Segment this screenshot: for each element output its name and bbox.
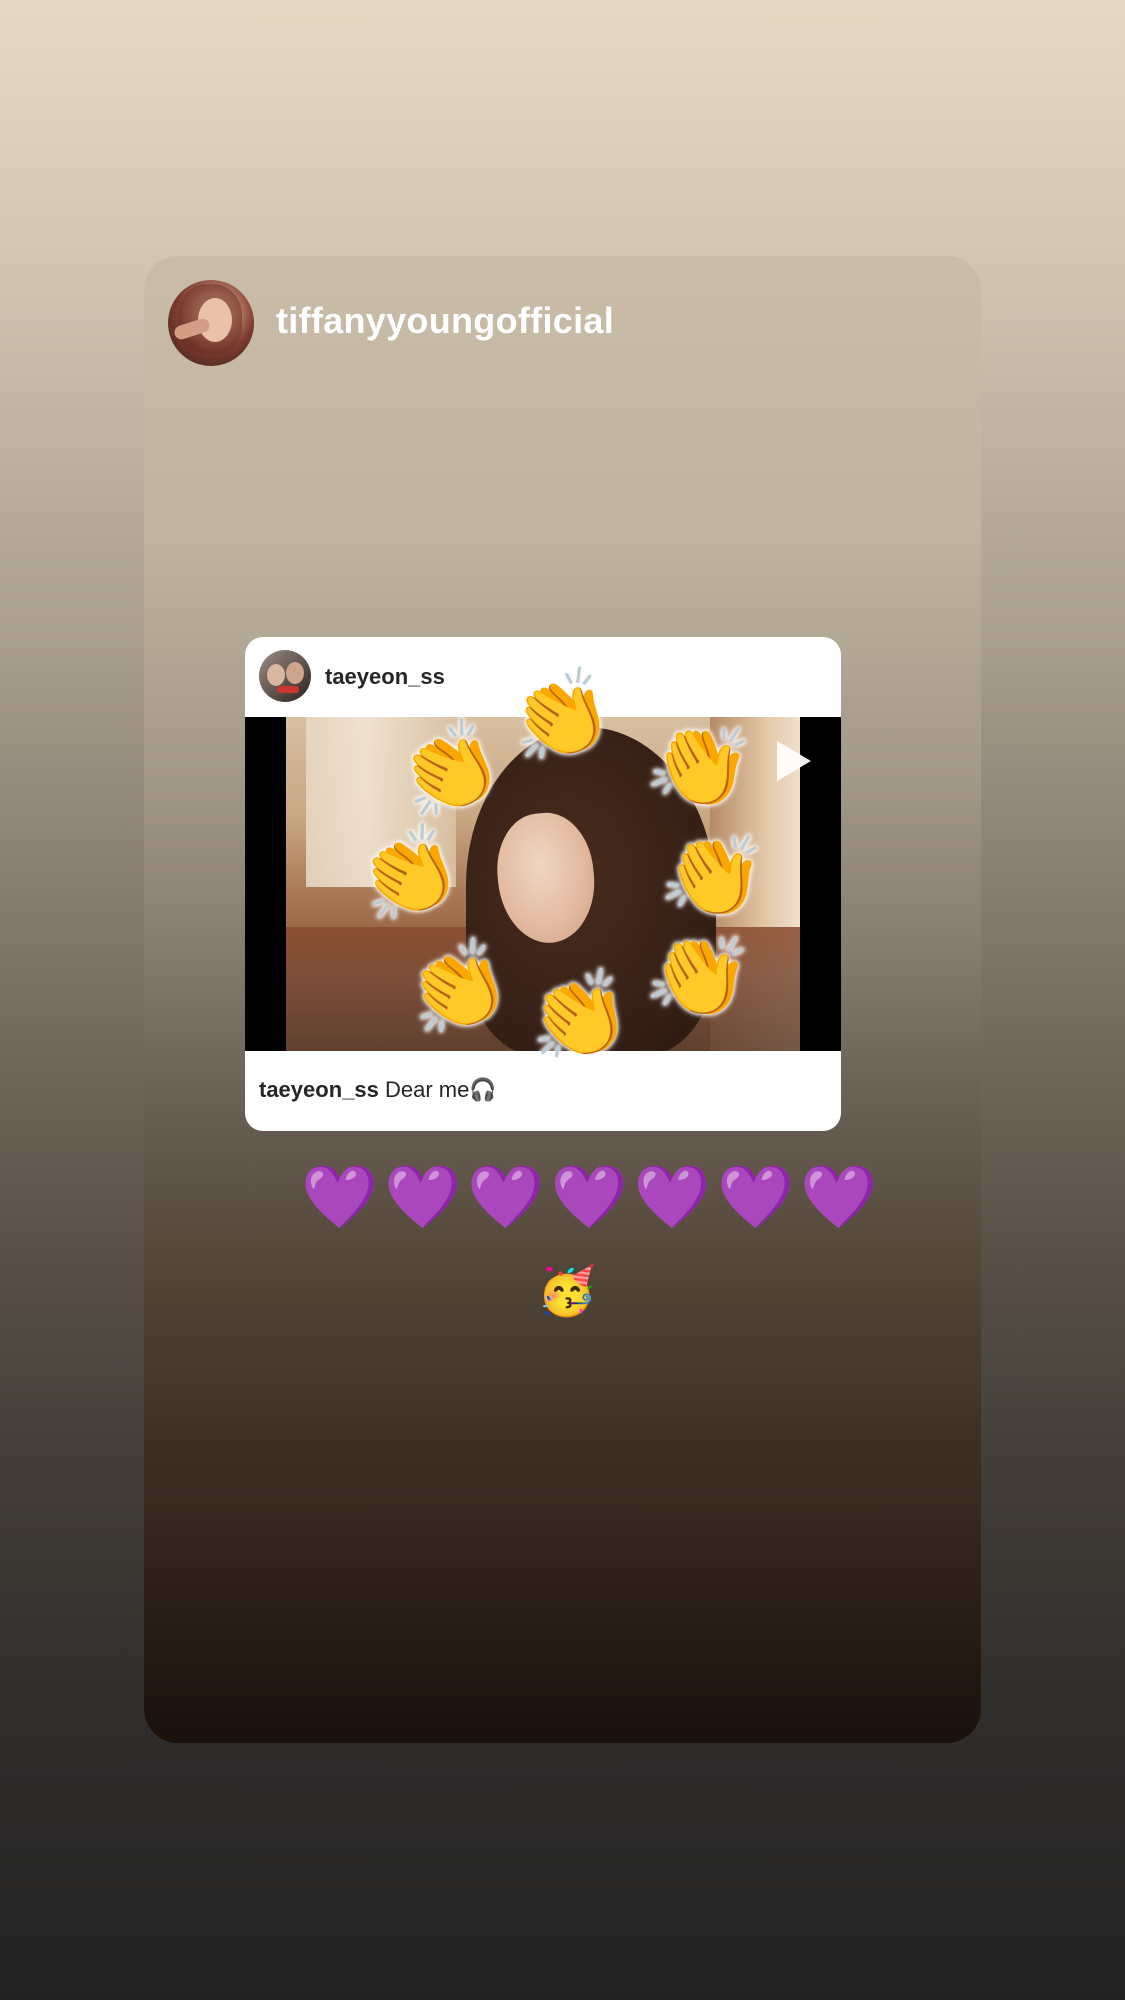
- shared-post-caption: taeyeon_ss Dear me🎧: [259, 1077, 497, 1103]
- clap-sticker-icon[interactable]: 👏: [522, 962, 636, 1070]
- avatar-person-right: [286, 662, 304, 684]
- shared-post-username[interactable]: taeyeon_ss: [325, 664, 445, 690]
- author-avatar[interactable]: [168, 280, 254, 366]
- clap-sticker-icon[interactable]: 👏: [639, 706, 761, 823]
- avatar-person-left: [267, 664, 285, 686]
- clap-sticker-icon[interactable]: 👏: [655, 819, 772, 930]
- purple-hearts-sticker[interactable]: 💜💜💜💜💜💜💜: [301, 1166, 883, 1228]
- caption-text: Dear me🎧: [384, 1077, 497, 1102]
- avatar-red-badge: [277, 686, 299, 693]
- play-icon[interactable]: [777, 741, 811, 781]
- story-card: tiffanyyoungofficial taeyeon_ss taeyeon_…: [144, 256, 981, 1743]
- shared-post-avatar[interactable]: [259, 650, 311, 702]
- author-username[interactable]: tiffanyyoungofficial: [276, 300, 614, 342]
- party-face-icon[interactable]: 🥳: [537, 1267, 597, 1315]
- clap-sticker-icon[interactable]: 👏: [501, 659, 621, 773]
- caption-username[interactable]: taeyeon_ss: [259, 1077, 379, 1102]
- clap-sticker-icon[interactable]: 👏: [639, 917, 759, 1031]
